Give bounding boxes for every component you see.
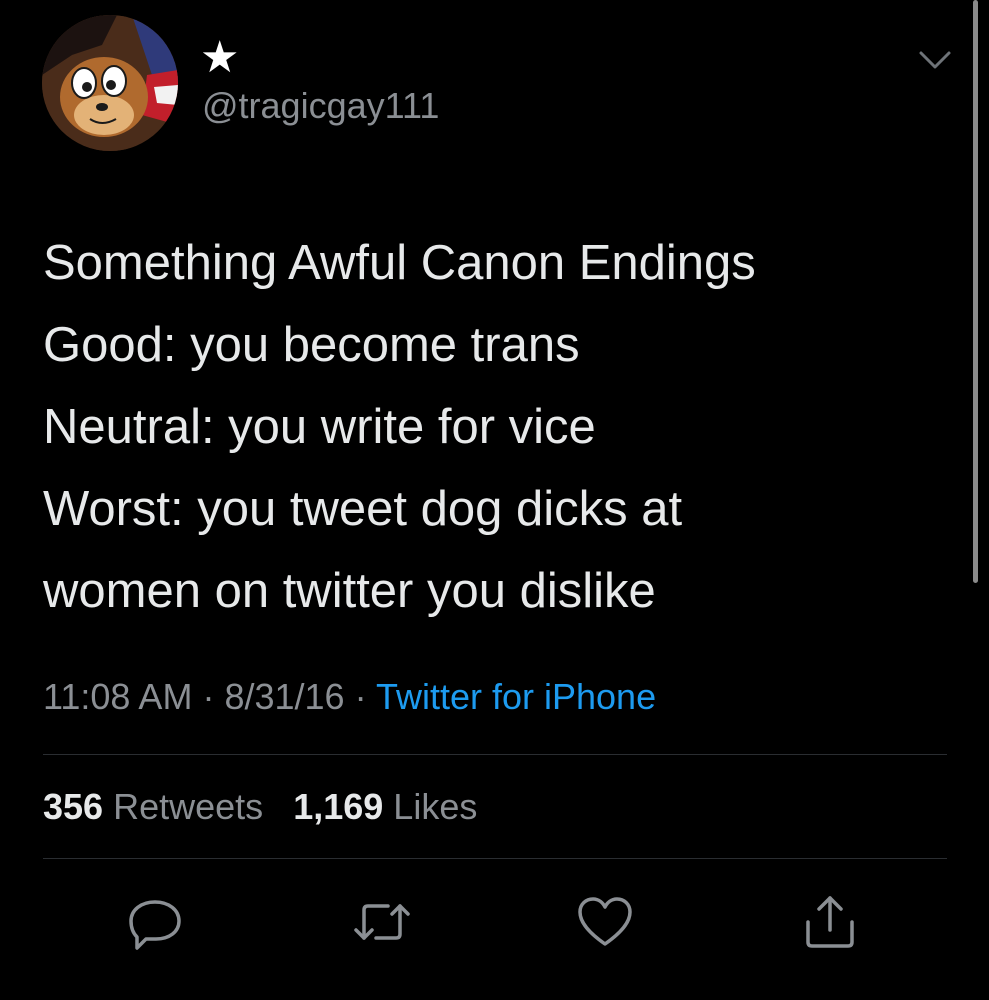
likes-label: Likes	[393, 786, 478, 827]
reply-button[interactable]	[125, 892, 185, 952]
retweet-icon	[354, 904, 410, 940]
retweets-count: 356	[43, 786, 104, 827]
tweet-date: 8/31/16	[224, 676, 345, 717]
scrollbar[interactable]	[973, 0, 978, 583]
heart-icon	[578, 897, 632, 946]
tweet-meta: 11:08 AM · 8/31/16 · Twitter for iPhone	[43, 675, 656, 719]
tweet-source-link[interactable]: Twitter for iPhone	[376, 676, 656, 717]
tweet-time: 11:08 AM	[43, 676, 193, 717]
tweet-text: Something Awful Canon Endings Good: you …	[43, 222, 953, 632]
tweet-line: Worst: you tweet dog dicks at	[43, 482, 683, 536]
meta-separator: ·	[354, 676, 367, 717]
cartoon-character-avatar-icon	[42, 15, 178, 151]
tweet-line: Something Awful Canon Endings	[43, 236, 756, 290]
avatar[interactable]	[42, 15, 178, 151]
likes-count: 1,169	[293, 786, 384, 827]
share-icon	[806, 896, 854, 948]
meta-separator: ·	[202, 676, 215, 717]
retweet-button[interactable]	[352, 892, 412, 952]
retweets-stat[interactable]: 356 Retweets	[43, 786, 263, 827]
divider	[43, 754, 947, 755]
retweets-label: Retweets	[113, 786, 264, 827]
chevron-down-icon[interactable]	[918, 48, 952, 72]
user-handle[interactable]: @tragicgay111	[202, 84, 439, 128]
reply-icon	[129, 900, 181, 950]
share-button[interactable]	[800, 892, 860, 952]
tweet-line: Neutral: you write for vice	[43, 400, 596, 454]
tweet-line: women on twitter you dislike	[43, 564, 656, 618]
display-name[interactable]: ★	[200, 36, 239, 80]
divider	[43, 858, 947, 859]
likes-stat[interactable]: 1,169 Likes	[293, 786, 477, 827]
tweet-line: Good: you become trans	[43, 318, 580, 372]
tweet-stats: 356 Retweets 1,169 Likes	[43, 785, 477, 829]
like-button[interactable]	[575, 892, 635, 952]
